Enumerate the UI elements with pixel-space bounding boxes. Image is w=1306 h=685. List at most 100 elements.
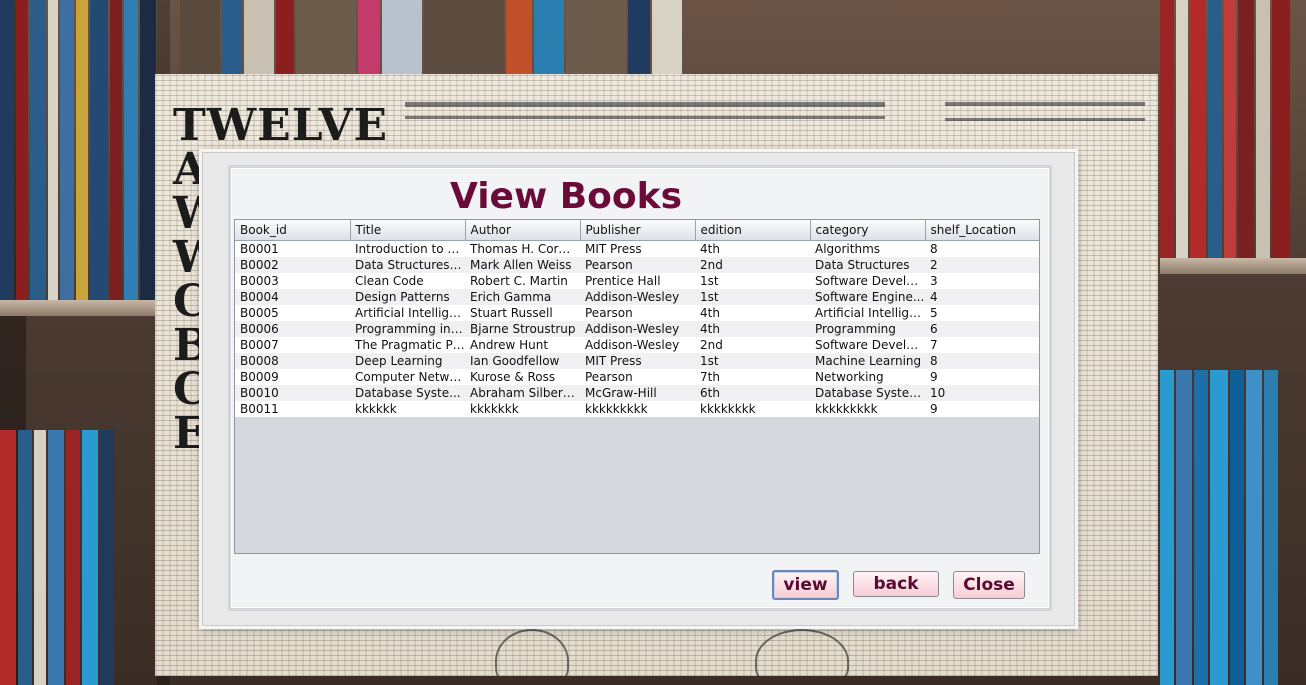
table-cell[interactable]: 2: [925, 257, 1039, 273]
table-cell[interactable]: kkkkkk: [350, 401, 465, 417]
table-cell[interactable]: The Pragmatic Pr...: [350, 337, 465, 353]
table-cell[interactable]: 5: [925, 305, 1039, 321]
table-cell[interactable]: kkkkkkkkk: [580, 401, 695, 417]
table-cell[interactable]: 2nd: [695, 337, 810, 353]
table-row[interactable]: B0010 Database Syste... Abraham Silbers...…: [235, 385, 1039, 401]
table-cell[interactable]: B0003: [235, 273, 350, 289]
table-cell[interactable]: B0002: [235, 257, 350, 273]
back-button[interactable]: back: [853, 571, 939, 597]
table-cell[interactable]: 1st: [695, 273, 810, 289]
table-cell[interactable]: kkkkkkk: [465, 401, 580, 417]
table-row[interactable]: B0006 Programming in ... Bjarne Stroustrup…: [235, 321, 1039, 337]
table-cell[interactable]: Programming in ...: [350, 321, 465, 337]
table-row[interactable]: B0011 kkkkkk kkkkkkk kkkkkkkkk kkkkkkkk kkkkk…: [235, 401, 1039, 417]
table-cell[interactable]: 2nd: [695, 257, 810, 273]
table-row[interactable]: B0008 Deep Learning Ian Goodfellow MIT Pres…: [235, 353, 1039, 369]
table-cell[interactable]: 7: [925, 337, 1039, 353]
table-cell[interactable]: 4: [925, 289, 1039, 305]
table-cell[interactable]: 4th: [695, 321, 810, 337]
table-cell[interactable]: Andrew Hunt: [465, 337, 580, 353]
table-row[interactable]: B0009 Computer Netwo... Kurose & Ross Pears…: [235, 369, 1039, 385]
table-cell[interactable]: 4th: [695, 305, 810, 321]
table-cell[interactable]: kkkkkkkkk: [810, 401, 925, 417]
table-cell[interactable]: Prentice Hall: [580, 273, 695, 289]
table-cell[interactable]: 3: [925, 273, 1039, 289]
table-cell[interactable]: McGraw-Hill: [580, 385, 695, 401]
table-cell[interactable]: Addison-Wesley: [580, 321, 695, 337]
table-cell[interactable]: Thomas H. Corm...: [465, 241, 580, 258]
table-cell[interactable]: 7th: [695, 369, 810, 385]
table-cell[interactable]: Data Structures a...: [350, 257, 465, 273]
table-cell[interactable]: Clean Code: [350, 273, 465, 289]
table-row[interactable]: B0003 Clean Code Robert C. Martin Prentice …: [235, 273, 1039, 289]
view-button[interactable]: view: [772, 570, 839, 600]
table-cell[interactable]: Software Develop...: [810, 337, 925, 353]
table-row[interactable]: B0004 Design Patterns Erich Gamma Addison-W…: [235, 289, 1039, 305]
table-cell[interactable]: Stuart Russell: [465, 305, 580, 321]
table-cell[interactable]: Software Engine...: [810, 289, 925, 305]
table-cell[interactable]: Database Systems: [810, 385, 925, 401]
table-cell[interactable]: 6: [925, 321, 1039, 337]
table-cell[interactable]: B0006: [235, 321, 350, 337]
table-header-row: Book_id Title Author Publisher edition c…: [235, 220, 1039, 241]
table-row[interactable]: B0007 The Pragmatic Pr... Andrew Hunt Addis…: [235, 337, 1039, 353]
table-cell[interactable]: Database Syste...: [350, 385, 465, 401]
table-cell[interactable]: Mark Allen Weiss: [465, 257, 580, 273]
table-cell[interactable]: Artificial Intelligen...: [810, 305, 925, 321]
table-cell[interactable]: 9: [925, 369, 1039, 385]
table-cell[interactable]: 4th: [695, 241, 810, 258]
column-header[interactable]: Book_id: [235, 220, 351, 241]
table-cell[interactable]: Abraham Silbers...: [465, 385, 580, 401]
table-cell[interactable]: Kurose & Ross: [465, 369, 580, 385]
table-row[interactable]: B0005 Artificial Intelligen... Stuart Russ…: [235, 305, 1039, 321]
table-cell[interactable]: B0009: [235, 369, 350, 385]
table-cell[interactable]: B0007: [235, 337, 350, 353]
table-cell[interactable]: MIT Press: [580, 241, 695, 258]
table-cell[interactable]: Addison-Wesley: [580, 337, 695, 353]
table-cell[interactable]: 6th: [695, 385, 810, 401]
table-cell[interactable]: Design Patterns: [350, 289, 465, 305]
table-cell[interactable]: Data Structures: [810, 257, 925, 273]
table-cell[interactable]: B0010: [235, 385, 350, 401]
table-cell[interactable]: 9: [925, 401, 1039, 417]
books-table[interactable]: Book_id Title Author Publisher edition c…: [234, 219, 1040, 554]
table-cell[interactable]: Programming: [810, 321, 925, 337]
table-cell[interactable]: B0008: [235, 353, 350, 369]
table-cell[interactable]: 1st: [695, 289, 810, 305]
table-cell[interactable]: Software Develop...: [810, 273, 925, 289]
table-cell[interactable]: B0001: [235, 241, 350, 258]
table-cell[interactable]: B0004: [235, 289, 350, 305]
table-cell[interactable]: kkkkkkkk: [695, 401, 810, 417]
close-button[interactable]: Close: [953, 571, 1025, 599]
table-cell[interactable]: Networking: [810, 369, 925, 385]
column-header[interactable]: Author: [465, 220, 581, 241]
table-cell[interactable]: 1st: [695, 353, 810, 369]
table-cell[interactable]: Pearson: [580, 305, 695, 321]
table-cell[interactable]: 8: [925, 353, 1039, 369]
table-cell[interactable]: Addison-Wesley: [580, 289, 695, 305]
table-cell[interactable]: Machine Learning: [810, 353, 925, 369]
column-header[interactable]: category: [810, 220, 926, 241]
table-cell[interactable]: Algorithms: [810, 241, 925, 258]
table-cell[interactable]: MIT Press: [580, 353, 695, 369]
column-header[interactable]: Publisher: [580, 220, 696, 241]
table-cell[interactable]: Introduction to Al...: [350, 241, 465, 258]
table-cell[interactable]: Computer Netwo...: [350, 369, 465, 385]
table-cell[interactable]: B0011: [235, 401, 350, 417]
table-cell[interactable]: Bjarne Stroustrup: [465, 321, 580, 337]
column-header[interactable]: edition: [695, 220, 811, 241]
column-header[interactable]: shelf_Location: [925, 220, 1039, 241]
table-cell[interactable]: Artificial Intelligen...: [350, 305, 465, 321]
table-cell[interactable]: Pearson: [580, 257, 695, 273]
table-row[interactable]: B0002 Data Structures a... Mark Allen Weis…: [235, 257, 1039, 273]
table-cell[interactable]: Robert C. Martin: [465, 273, 580, 289]
table-cell[interactable]: Pearson: [580, 369, 695, 385]
table-cell[interactable]: Deep Learning: [350, 353, 465, 369]
table-row[interactable]: B0001 Introduction to Al... Thomas H. Corm…: [235, 240, 1039, 258]
table-cell[interactable]: Ian Goodfellow: [465, 353, 580, 369]
table-cell[interactable]: Erich Gamma: [465, 289, 580, 305]
table-cell[interactable]: 8: [925, 241, 1039, 258]
column-header[interactable]: Title: [350, 220, 466, 241]
table-cell[interactable]: 10: [925, 385, 1039, 401]
table-cell[interactable]: B0005: [235, 305, 350, 321]
